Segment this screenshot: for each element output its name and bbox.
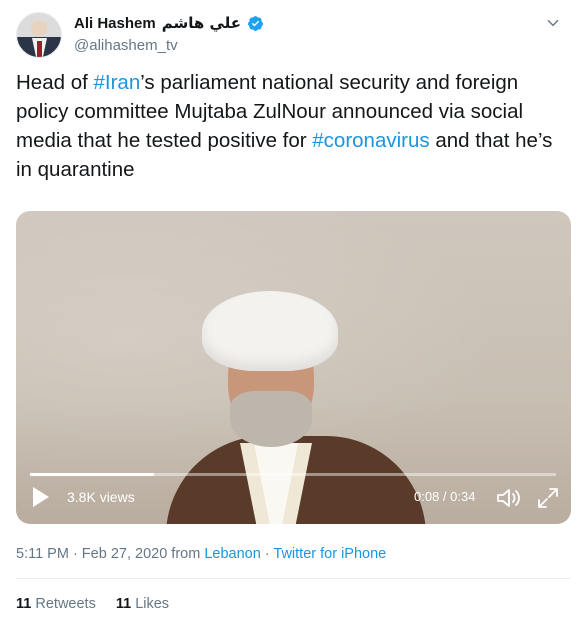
handle[interactable]: @alihashem_tv xyxy=(74,37,178,54)
likes-label: Likes xyxy=(135,596,170,612)
video-player[interactable]: 3.8K views 0:08 / 0:34 xyxy=(16,211,571,524)
location-link[interactable]: Lebanon xyxy=(204,546,260,562)
likes-stat[interactable]: 11 Likes xyxy=(116,596,169,612)
tweet-timestamp[interactable]: 5:11 PM · Feb 27, 2020 from xyxy=(16,546,204,562)
tweet-meta: 5:11 PM · Feb 27, 2020 from Lebanon · Tw… xyxy=(16,546,386,562)
divider xyxy=(16,578,570,579)
tweet-text-part: Head of xyxy=(16,71,94,94)
video-figure-turban xyxy=(202,291,338,371)
likes-count: 11 xyxy=(115,596,132,612)
fullscreen-icon[interactable] xyxy=(536,486,560,510)
source-link[interactable]: Twitter for iPhone xyxy=(273,546,386,562)
retweets-stat[interactable]: 11 Retweets xyxy=(16,596,96,612)
name-row: Ali Hashem علي هاشم xyxy=(74,14,264,32)
video-figure-beard xyxy=(230,391,312,447)
meta-separator: · xyxy=(260,546,274,562)
volume-icon[interactable] xyxy=(496,486,522,510)
video-time: 0:08 / 0:34 xyxy=(414,489,476,504)
chevron-down-icon[interactable] xyxy=(546,16,560,30)
avatar[interactable] xyxy=(16,12,62,58)
hashtag-iran-link[interactable]: #Iran xyxy=(94,71,141,94)
display-name[interactable]: Ali Hashem xyxy=(74,15,156,32)
arabic-name[interactable]: علي هاشم xyxy=(162,14,241,32)
tweet-text: Head of #Iran’s parliament national secu… xyxy=(16,68,564,184)
verified-badge-icon xyxy=(248,15,263,31)
tweet-header: Ali Hashem علي هاشم @alihashem_tv xyxy=(16,12,564,60)
avatar-tie xyxy=(37,41,42,57)
retweets-count: 11 xyxy=(16,596,32,612)
tweet-stats: 11 Retweets 11 Likes xyxy=(16,596,169,612)
video-controls: 3.8K views 0:08 / 0:34 xyxy=(16,476,571,524)
play-icon[interactable] xyxy=(32,486,50,508)
hashtag-coronavirus-link[interactable]: #coronavirus xyxy=(312,129,429,152)
view-count: 3.8K views xyxy=(67,489,135,505)
retweets-label: Retweets xyxy=(35,596,96,612)
